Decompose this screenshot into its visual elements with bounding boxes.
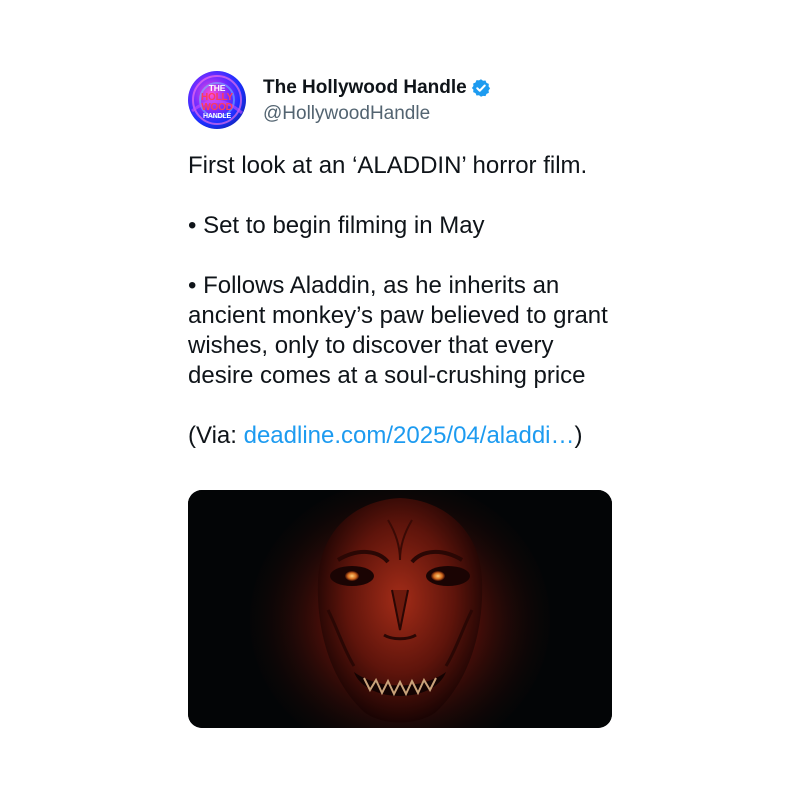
verified-badge-icon bbox=[471, 78, 491, 98]
tweet-header: THE HOLLY WOOD HANDLE The Hollywood Hand… bbox=[188, 70, 612, 130]
avatar-line-4: HANDLE bbox=[203, 113, 231, 120]
avatar-line-3: WOOD bbox=[201, 102, 233, 113]
tweet-card: THE HOLLY WOOD HANDLE The Hollywood Hand… bbox=[188, 70, 612, 451]
via-suffix: ) bbox=[574, 422, 583, 449]
via-prefix: (Via: bbox=[188, 422, 244, 449]
name-row: The Hollywood Handle bbox=[263, 75, 491, 101]
author-info: The Hollywood Handle @HollywoodHandle bbox=[263, 75, 491, 125]
display-name[interactable]: The Hollywood Handle bbox=[263, 77, 467, 99]
tweet-bullet-plot: • Follows Aladdin, as he inherits an anc… bbox=[188, 272, 608, 389]
tweet-source-line: (Via: deadline.com/2025/04/aladdi…) bbox=[188, 421, 612, 451]
source-link[interactable]: deadline.com/2025/04/aladdi… bbox=[244, 422, 575, 449]
tweet-text: First look at an ‘ALADDIN’ horror film. … bbox=[188, 151, 612, 451]
avatar-logo-text: THE HOLLY WOOD HANDLE bbox=[188, 84, 246, 121]
tweet-media-image[interactable] bbox=[188, 490, 612, 728]
horror-face-image bbox=[188, 490, 612, 728]
tweet-bullet-filming: • Set to begin filming in May bbox=[188, 212, 485, 239]
tweet-headline: First look at an ‘ALADDIN’ horror film. bbox=[188, 152, 588, 179]
avatar[interactable]: THE HOLLY WOOD HANDLE bbox=[188, 71, 246, 129]
user-handle[interactable]: @HollywoodHandle bbox=[263, 103, 491, 125]
